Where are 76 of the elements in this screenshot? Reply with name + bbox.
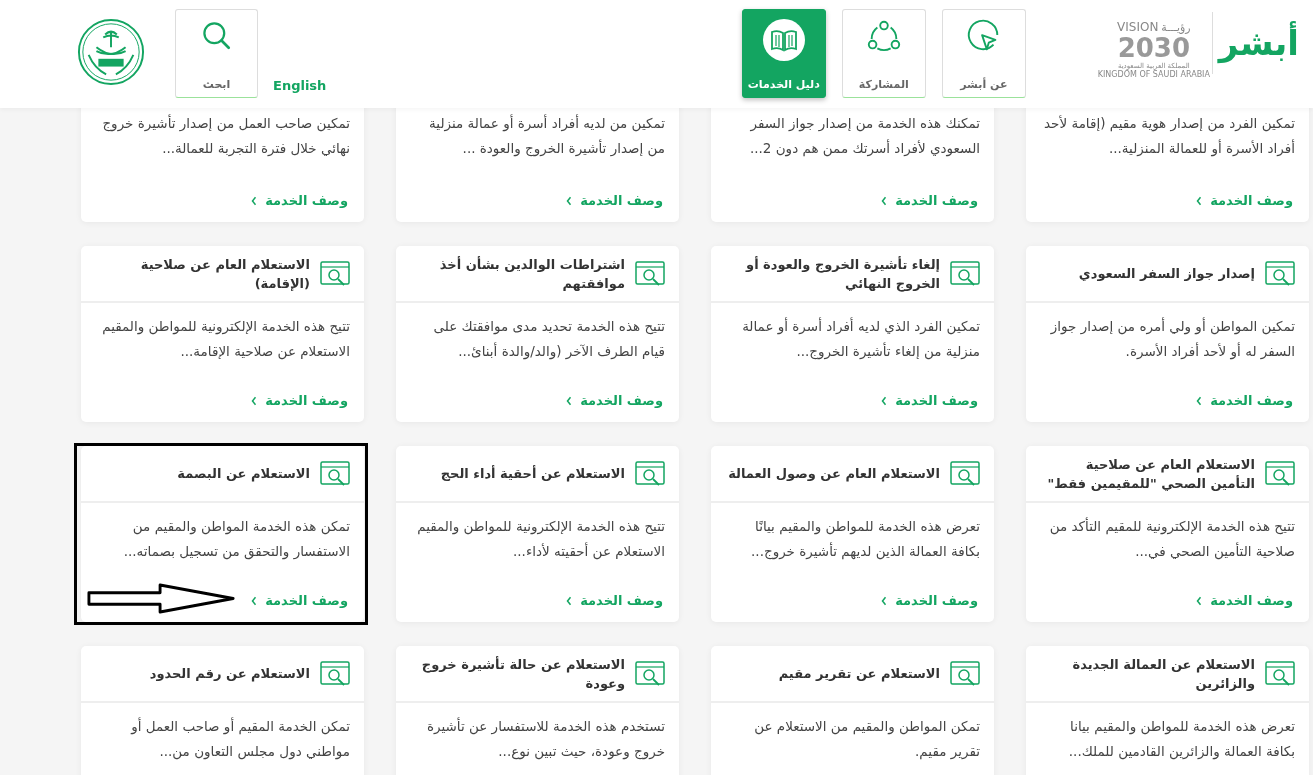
browser-search-icon bbox=[1265, 460, 1295, 487]
chevron-icon bbox=[1196, 195, 1203, 206]
service-description: تتيح هذه الخدمة الإلكترونية للمواطن والمقيم الاستعلام عن أحقيته لأداء... bbox=[416, 517, 666, 562]
service-description-link[interactable]: وصف الخدمة bbox=[251, 593, 348, 608]
chevron-icon bbox=[566, 595, 573, 606]
service-description-link[interactable]: وصف الخدمة bbox=[566, 193, 663, 208]
service-title[interactable]: الاستعلام عن حالة تأشيرة خروج وعودة bbox=[408, 654, 625, 693]
nav-tab[interactable]: دليل الخدمات bbox=[741, 9, 826, 98]
country-name-english: KINGDOM OF SAUDI ARABIA bbox=[1097, 70, 1210, 79]
browser-search-icon bbox=[320, 460, 350, 487]
service-title[interactable]: الاستعلام العام عن وصول العمالة bbox=[728, 464, 940, 483]
service-description-link[interactable]: وصف الخدمة bbox=[1196, 593, 1293, 608]
language-link[interactable]: English bbox=[273, 78, 327, 93]
chevron-icon bbox=[566, 395, 573, 406]
service-title[interactable]: الاستعلام عن رقم الحدود bbox=[149, 664, 310, 683]
chevron-icon bbox=[881, 395, 888, 406]
service-description: تمكنك هذه الخدمة من إصدار جواز السفر السعودي لأفراد أسرتك ممن هم دون 2... bbox=[748, 114, 981, 159]
browser-search-icon bbox=[1265, 660, 1295, 687]
service-title[interactable]: الاستعلام العام عن صلاحية التأمين الصحي "للمقيمين فقط" bbox=[1038, 454, 1255, 493]
service-description: تعرض هذه الخدمة للمواطن والمقيم بيانًا بكافة العمالة الذين لديهم تأشيرة خروج... bbox=[750, 517, 981, 562]
browser-search-icon bbox=[320, 660, 350, 687]
service-title[interactable]: الاستعلام عن العمالة الجديدة والزائرين bbox=[1038, 654, 1255, 693]
service-description-link[interactable]: وصف الخدمة bbox=[881, 193, 978, 208]
service-title[interactable]: إصدار جواز السفر السعودي bbox=[1078, 264, 1255, 283]
service-description-link[interactable]: وصف الخدمة bbox=[566, 393, 663, 408]
browser-search-icon bbox=[950, 460, 980, 487]
chevron-icon bbox=[881, 195, 888, 206]
service-description-link[interactable]: وصف الخدمة bbox=[251, 193, 348, 208]
browser-search-icon bbox=[635, 460, 665, 487]
service-description: تمكن المواطن والمقيم من الاستعلام عن تقرير مقيم. bbox=[753, 717, 981, 762]
service-description-link[interactable]: وصف الخدمة bbox=[881, 593, 978, 608]
chevron-icon bbox=[566, 195, 573, 206]
browser-search-icon bbox=[950, 660, 980, 687]
service-description: تتيح هذه الخدمة الإلكترونية للمقيم التأكد من صلاحية التأمين الصحي في... bbox=[1048, 516, 1296, 562]
service-description-link[interactable]: وصف الخدمة bbox=[566, 593, 663, 608]
service-description-link[interactable]: وصف الخدمة bbox=[1196, 393, 1293, 408]
chevron-icon bbox=[1196, 395, 1203, 406]
nav-tab[interactable]: عن أبشر bbox=[941, 9, 1026, 98]
service-description-link[interactable]: وصف الخدمة bbox=[251, 393, 348, 408]
browser-search-icon bbox=[1265, 260, 1295, 287]
vision-label: VISION bbox=[1117, 20, 1159, 34]
nav-tab[interactable]: المشاركة bbox=[841, 9, 926, 98]
book-icon bbox=[761, 18, 806, 62]
service-description: تمكين صاحب العمل من إصدار تأشيرة خروج نهائي خلال فترة التجربة للعمالة... bbox=[101, 113, 351, 159]
chevron-icon bbox=[1196, 595, 1203, 606]
service-description-link[interactable]: وصف الخدمة bbox=[1196, 193, 1293, 208]
service-description: تمكين الفرد من إصدار هوية مقيم (إقامة لأحد أفراد الأسرة أو للعمالة المنزلية... bbox=[1042, 114, 1296, 159]
chevron-icon bbox=[251, 195, 258, 206]
service-description: تعرض هذه الخدمة للمواطن والمقيم بيانا بكافة العمالة والزائرين القادمين للملك... bbox=[1067, 717, 1296, 762]
chevron-icon bbox=[881, 595, 888, 606]
browser-search-icon bbox=[320, 260, 350, 287]
browser-search-icon bbox=[950, 260, 980, 287]
service-title[interactable]: الاستعلام عن تقرير مقيم bbox=[778, 664, 940, 683]
service-description: تمكن الخدمة المقيم أو صاحب العمل أو مواطني دول مجلس التعاون من... bbox=[129, 716, 351, 762]
absher-logo[interactable]: أبشر bbox=[1211, 12, 1305, 75]
browser-search-icon bbox=[635, 260, 665, 287]
service-description: تمكين الفرد الذي لديه أفراد أسرة أو عمالة منزلية من إلغاء تأشيرة الخروج... bbox=[741, 316, 981, 362]
chevron-icon bbox=[251, 395, 258, 406]
chevron-icon bbox=[251, 595, 258, 606]
service-title[interactable]: إلغاء تأشيرة الخروج والعودة أو الخروج النهائي bbox=[723, 254, 940, 293]
service-description: تتيح هذه الخدمة تحديد مدى موافقتك على قيام الطرف الآخر (والد/والدة أبنائ... bbox=[432, 317, 666, 362]
service-title[interactable]: الاستعلام عن البصمة bbox=[177, 464, 310, 483]
vision-arabic-label: رؤيـــة bbox=[1161, 21, 1191, 34]
service-description-link[interactable]: وصف الخدمة bbox=[881, 393, 978, 408]
browser-search-icon bbox=[635, 660, 665, 687]
service-description: تمكين من لديه أفراد أسرة أو عمالة منزلية من إصدار تأشيرة الخروج والعودة ... bbox=[428, 113, 666, 159]
search-button[interactable]: ابحث bbox=[175, 9, 258, 98]
emblem-logo bbox=[77, 18, 145, 86]
service-title[interactable]: الاستعلام العام عن صلاحية (الإقامة) bbox=[93, 254, 310, 293]
vision-year: 2030 bbox=[1117, 34, 1190, 62]
service-description: تستخدم هذه الخدمة للاستفسار عن تأشيرة خروج وعودة، حيث تبين نوع... bbox=[425, 716, 666, 762]
service-title[interactable]: الاستعلام عن أحقية أداء الحج bbox=[440, 464, 625, 483]
service-description: تتيح هذه الخدمة الإلكترونية للمواطن والمقيم الاستعلام عن صلاحية الإقامة... bbox=[101, 317, 351, 362]
service-description: تمكين المواطن أو ولي أمره من إصدار جواز السفر له أو لأحد أفراد الأسرة. bbox=[1049, 316, 1296, 362]
service-description: تمكن هذه الخدمة المواطن والمقيم من الاستفسار والتحقق من تسجيل بصماته... bbox=[122, 517, 351, 562]
service-title[interactable]: اشتراطات الوالدين بشأن أخذ موافقتهم bbox=[408, 254, 625, 293]
